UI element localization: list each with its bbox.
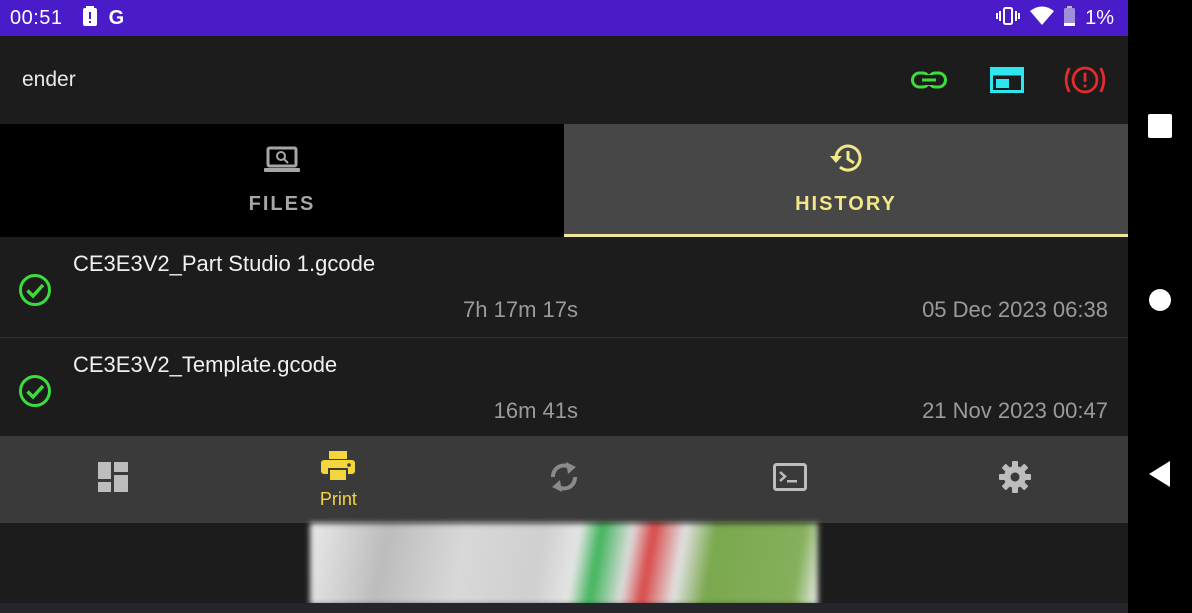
history-list: CE3E3V2_Part Studio 1.gcode 7h 17m 17s 0… — [0, 237, 1128, 436]
battery-low-icon — [1064, 5, 1076, 31]
battery-percent: 1% — [1085, 6, 1114, 29]
sync-icon — [549, 457, 579, 502]
nav-print-label: Print — [319, 488, 357, 509]
back-triangle-icon — [1148, 460, 1172, 493]
circle-icon — [1148, 288, 1172, 317]
nav-sync[interactable] — [451, 436, 677, 523]
ad-banner[interactable] — [310, 523, 818, 605]
tab-history[interactable]: HISTORY — [564, 124, 1128, 237]
link-icon[interactable] — [906, 57, 952, 103]
emergency-stop-icon[interactable] — [1062, 57, 1108, 103]
laptop-search-icon — [263, 146, 301, 179]
history-filename: CE3E3V2_Part Studio 1.gcode — [73, 251, 376, 276]
back-button[interactable] — [1128, 460, 1192, 493]
history-icon — [828, 142, 864, 179]
history-duration: 7h 17m 17s — [463, 297, 578, 322]
status-time: 00:51 — [10, 6, 63, 29]
battery-alert-icon — [82, 5, 97, 31]
history-row[interactable]: CE3E3V2_Part Studio 1.gcode 7h 17m 17s 0… — [0, 237, 1128, 337]
g-notification-icon: G — [108, 6, 125, 29]
dashboard-icon — [97, 461, 129, 498]
square-icon — [1148, 114, 1172, 143]
app-bar: ender — [0, 36, 1128, 124]
printer-icon — [320, 450, 356, 487]
nav-dashboard[interactable] — [0, 436, 226, 523]
vibrate-icon — [996, 6, 1021, 30]
recent-apps-button[interactable] — [1128, 114, 1192, 143]
bottom-navigation: Print — [0, 436, 1128, 523]
console-icon — [772, 463, 807, 496]
history-date: 21 Nov 2023 00:47 — [922, 398, 1108, 423]
history-duration: 16m 41s — [493, 398, 578, 423]
history-filename: CE3E3V2_Template.gcode — [73, 352, 338, 377]
completed-check-icon — [18, 374, 52, 408]
settings-gear-icon — [998, 460, 1032, 499]
tab-bar: FILES HISTORY — [0, 124, 1128, 237]
history-row[interactable]: CE3E3V2_Template.gcode 16m 41s 21 Nov 20… — [0, 337, 1128, 436]
wifi-icon — [1030, 6, 1055, 31]
nav-console[interactable] — [677, 436, 903, 523]
status-bar: 00:51 G 1% — [0, 0, 1128, 36]
ad-area — [0, 523, 1128, 613]
home-button[interactable] — [1128, 288, 1192, 317]
tab-files-label: FILES — [248, 192, 316, 215]
printer-name-title: ender — [22, 68, 76, 91]
dashboard-panel-icon[interactable] — [984, 57, 1030, 103]
nav-print[interactable]: Print — [226, 436, 452, 523]
system-navigation-bar — [1128, 0, 1192, 613]
history-date: 05 Dec 2023 06:38 — [922, 297, 1108, 322]
completed-check-icon — [18, 273, 52, 307]
nav-settings[interactable] — [902, 436, 1128, 523]
bottom-strip — [0, 603, 1192, 613]
tab-files[interactable]: FILES — [0, 124, 564, 237]
tab-history-label: HISTORY — [795, 193, 897, 215]
